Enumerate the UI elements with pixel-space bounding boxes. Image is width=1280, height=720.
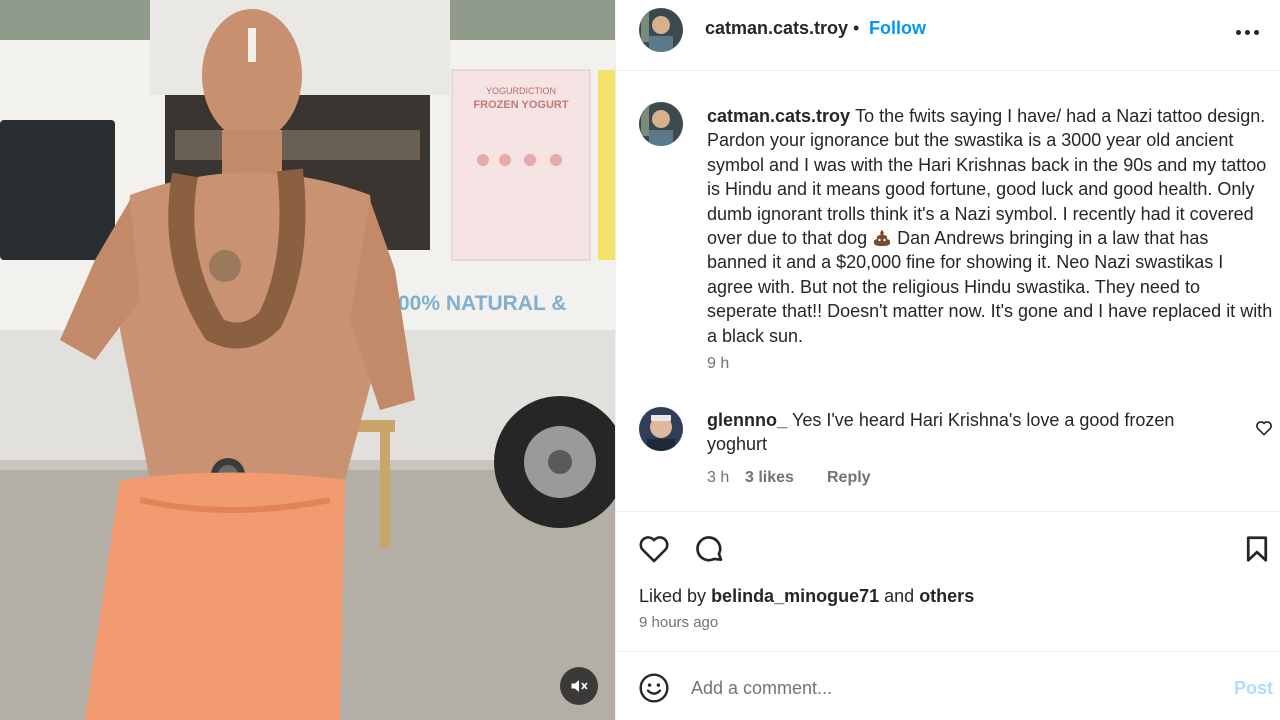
comment-like-heart-icon[interactable] <box>1254 418 1274 438</box>
caption-username[interactable]: catman.cats.troy <box>707 106 850 126</box>
add-comment-bar: Post <box>616 651 1280 720</box>
bookmark-icon[interactable] <box>1242 532 1272 566</box>
post-caption: catman.cats.troy To the fwits saying I ha… <box>707 104 1273 348</box>
comment-timestamp[interactable]: 3 h <box>707 469 745 487</box>
post-comment-button[interactable]: Post <box>1234 678 1273 699</box>
van-sign-2: FROZEN YOGURT <box>473 99 568 111</box>
comment-reply-button[interactable]: Reply <box>827 469 871 487</box>
comment-likes[interactable]: 3 likes <box>745 469 827 487</box>
separator-dot: • <box>853 18 860 38</box>
more-options-icon[interactable] <box>1236 22 1270 42</box>
caption-text-1: To the fwits saying I have/ had a Nazi t… <box>707 106 1267 249</box>
liked-by-conjunction: and <box>884 586 915 606</box>
comment-icon[interactable] <box>692 532 726 566</box>
liked-by-others[interactable]: others <box>919 586 974 606</box>
post-photo: YOGURDICTION FROZEN YOGURT 00% NATURAL & <box>0 0 615 720</box>
post-media[interactable]: YOGURDICTION FROZEN YOGURT 00% NATURAL & <box>0 0 615 720</box>
poop-emoji-icon <box>873 230 891 247</box>
smiley-icon[interactable] <box>638 672 670 704</box>
van-side-text: 00% NATURAL & <box>398 292 566 315</box>
follow-button[interactable]: Follow <box>869 18 926 39</box>
avatar-image <box>639 102 683 146</box>
liked-by: Liked by belinda_minogue71 and others <box>639 586 974 607</box>
author-avatar[interactable] <box>639 8 683 52</box>
caption-timestamp[interactable]: 9 h <box>707 355 729 373</box>
post-details-panel: catman.cats.troy • Follow catman.cats.tr… <box>615 0 1280 720</box>
van-sign-1: YOGURDICTION <box>486 86 556 96</box>
mute-button[interactable] <box>560 667 598 705</box>
comment-username[interactable]: glennno_ <box>707 410 787 430</box>
avatar-image <box>639 407 683 451</box>
liked-by-prefix: Liked by <box>639 586 707 606</box>
post-timestamp[interactable]: 9 hours ago <box>639 614 718 631</box>
avatar-image <box>639 8 683 52</box>
liked-by-user[interactable]: belinda_minogue71 <box>711 586 879 606</box>
commenter-avatar[interactable] <box>639 407 683 451</box>
speaker-muted-icon <box>571 680 588 692</box>
heart-icon[interactable] <box>637 532 671 566</box>
author-username[interactable]: catman.cats.troy <box>705 18 848 39</box>
comment-meta: 3 h 3 likes Reply <box>707 469 871 487</box>
caption-author-avatar[interactable] <box>639 102 683 146</box>
comment: glennno_ Yes I've heard Hari Krishna's lo… <box>707 408 1227 457</box>
comment-input[interactable] <box>691 674 1211 702</box>
post-header: catman.cats.troy • Follow <box>616 0 1280 71</box>
